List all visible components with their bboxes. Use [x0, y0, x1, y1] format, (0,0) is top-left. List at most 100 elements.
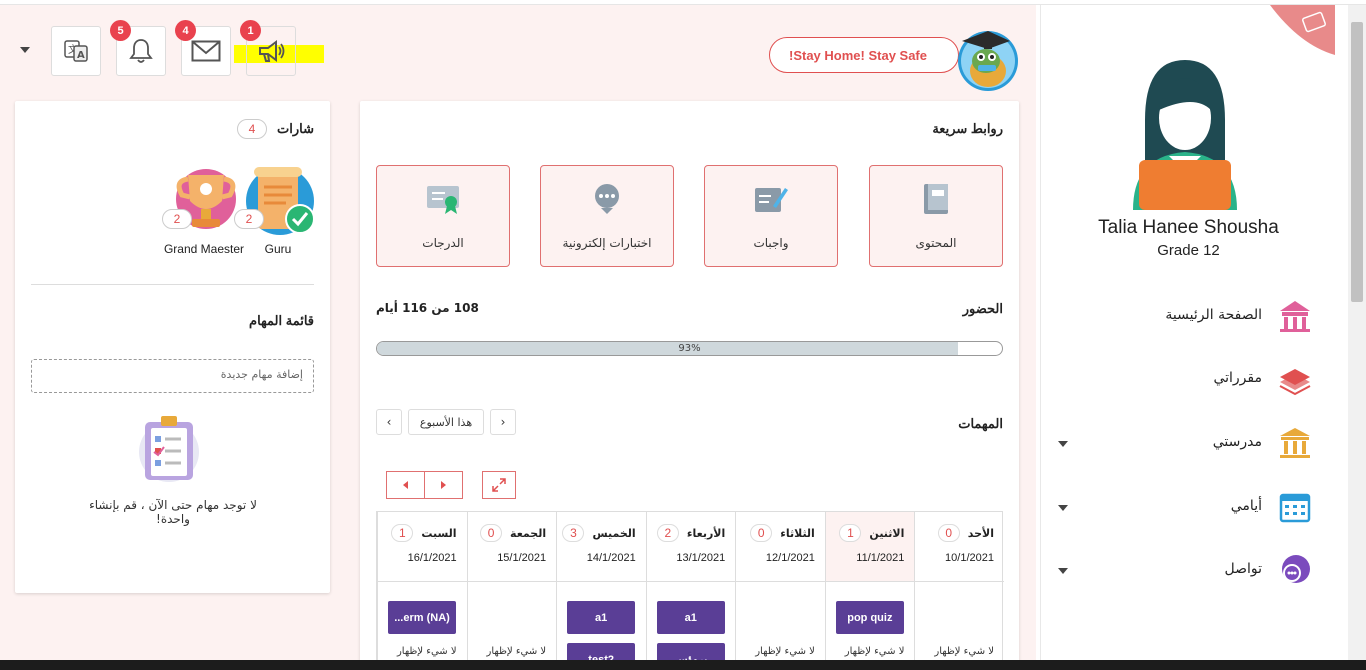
day-name: الأربعاء — [686, 526, 726, 540]
day-column: الاثنين 1 11/1/2021 pop quiz لا شيء لإظهار — [824, 512, 915, 666]
nav-my-days[interactable]: أيامي — [1041, 488, 1336, 528]
assignment-icon — [755, 188, 788, 212]
arrow-right-icon — [441, 481, 446, 489]
sidebar: Talia Hanee Shousha Grade 12 الصفحة الرئ… — [1040, 5, 1335, 660]
nav-my-courses[interactable]: مقرراتي — [1041, 360, 1336, 400]
badges-title: شارات — [277, 121, 314, 136]
nav-communication-label: تواصل — [1224, 561, 1262, 577]
user-grade: Grade 12 — [1157, 242, 1220, 259]
scroll-left-button[interactable] — [386, 471, 425, 499]
announcements-badge: 1 — [240, 20, 261, 41]
day-name: الثلاثاء — [780, 526, 815, 540]
arrow-left-icon — [403, 481, 408, 489]
day-column: السبت 1 16/1/2021 ...erm (NA) لا شيء لإظهار — [377, 512, 467, 666]
badge-guru-label: Guru — [264, 242, 292, 256]
attendance-days: 108 من 116 أيام — [376, 301, 479, 315]
day-task-count: 1 — [839, 524, 862, 542]
day-date: 13/1/2021 — [676, 552, 726, 564]
next-week-button[interactable]: › — [490, 409, 516, 435]
day-date: 16/1/2021 — [407, 552, 457, 564]
account-dropdown-caret[interactable] — [20, 47, 30, 53]
clipboard-icon — [139, 416, 199, 482]
day-name-row: الثلاثاء 0 — [750, 524, 815, 542]
badge-guru[interactable]: 2 Guru — [234, 163, 316, 256]
attendance-percent: 93% — [678, 343, 701, 354]
messages-badge: 4 — [175, 20, 196, 41]
expand-button[interactable] — [482, 471, 516, 499]
quick-link-assignments[interactable]: واجبات — [704, 165, 838, 267]
quick-link-quizzes[interactable]: اختبارات إلكترونية — [540, 165, 674, 267]
quick-link-content[interactable]: المحتوى — [869, 165, 1003, 267]
day-date: 10/1/2021 — [945, 552, 994, 564]
user-name: Talia Hanee Shousha — [1098, 217, 1279, 238]
nav-home[interactable]: الصفحة الرئيسية — [1041, 297, 1336, 337]
quick-link-grades[interactable]: الدرجات — [376, 165, 510, 267]
books-icon — [1279, 369, 1311, 396]
bell-icon — [129, 39, 153, 63]
attendance-title: الحضور — [962, 301, 1003, 316]
no-tasks-text: لا شيء لإظهار — [844, 646, 905, 657]
day-task-count: 0 — [480, 524, 503, 542]
badge-grand-maester[interactable]: 2 Grand Maester — [158, 163, 250, 256]
day-date: 15/1/2021 — [497, 552, 547, 564]
prev-week-button[interactable]: ‹ — [376, 409, 402, 435]
day-header: الجمعة 0 15/1/2021 — [467, 512, 557, 582]
corner-decoration — [1270, 5, 1335, 55]
day-name-row: الأربعاء 2 — [656, 524, 726, 542]
no-tasks-text: لا شيء لإظهار — [755, 646, 815, 657]
calendar-icon — [1279, 493, 1311, 523]
main-area: 文 A 5 4 1 !Stay Home! Stay Safe شارات 4 … — [0, 5, 1036, 670]
task-item[interactable]: ...erm (NA) — [388, 601, 456, 634]
page-scrollbar[interactable] — [1348, 5, 1366, 660]
scroll-right-button[interactable] — [424, 471, 463, 499]
quick-link-grades-label: الدرجات — [422, 236, 464, 250]
nav-my-days-label: أيامي — [1230, 498, 1262, 514]
book-icon — [924, 184, 948, 214]
megaphone-icon — [259, 40, 285, 62]
week-calendar: الأحد 0 10/1/2021 لا شيء لإظهار الاثنين 1 11/1… — [376, 511, 1004, 670]
empty-todo-text: لا توجد مهام حتى الآن ، قم بإنشاء واحدة! — [89, 498, 257, 526]
new-task-input[interactable]: إضافة مهام جديدة — [31, 359, 314, 393]
task-item[interactable]: pop quiz — [835, 601, 904, 634]
day-column: الجمعة 0 15/1/2021 لا شيء لإظهار — [466, 512, 557, 666]
badge-grand-maester-count: 2 — [162, 209, 192, 229]
day-name-row: الخميس 3 — [562, 524, 636, 542]
scrollbar-thumb[interactable] — [1351, 22, 1363, 302]
messages-button[interactable]: 4 — [175, 20, 231, 76]
school-building-icon — [1280, 301, 1310, 332]
day-date: 12/1/2021 — [765, 552, 815, 564]
announcements-button[interactable]: 1 — [240, 20, 296, 76]
institution-icon — [1280, 428, 1310, 458]
attendance-progress-bar: 93% — [376, 341, 1003, 356]
day-name: الاثنين — [869, 526, 905, 540]
day-name-row: الأحد 0 — [937, 524, 994, 542]
nav-home-label: الصفحة الرئيسية — [1165, 307, 1262, 323]
day-column: الخميس314/1/2021a1test2 — [556, 512, 646, 670]
nav-communication[interactable]: تواصل — [1041, 551, 1336, 591]
nav-my-school[interactable]: مدرستي — [1041, 424, 1336, 464]
badges-count: 4 — [237, 119, 267, 139]
task-item[interactable]: a1 — [656, 601, 725, 634]
alerts-badge: 5 — [110, 20, 131, 41]
expand-icon — [492, 478, 506, 492]
day-name-row: السبت 1 — [391, 524, 457, 542]
dashboard-panel: روابط سريعة المحتوى واجبات اختبارات إلكت… — [360, 101, 1019, 670]
day-name-row: الجمعة 0 — [480, 524, 546, 542]
day-column: الأحد 0 10/1/2021 لا شيء لإظهار — [914, 512, 1004, 666]
envelope-icon — [191, 40, 221, 62]
stay-safe-banner[interactable]: !Stay Home! Stay Safe — [769, 37, 959, 73]
day-task-count: 3 — [562, 524, 585, 542]
day-date: 11/1/2021 — [856, 552, 905, 564]
os-taskbar — [0, 660, 1366, 670]
quick-link-assignments-label: واجبات — [753, 236, 789, 250]
task-item[interactable]: a1 — [567, 601, 636, 634]
day-header: السبت 1 16/1/2021 — [378, 512, 467, 582]
badge-grand-maester-label: Grand Maester — [163, 242, 245, 256]
day-name: الخميس — [592, 526, 636, 540]
language-button[interactable]: 文 A — [51, 26, 101, 76]
nav-my-days-caret — [1058, 505, 1068, 511]
day-header: الاثنين 1 11/1/2021 — [825, 512, 915, 582]
this-week-button[interactable]: هذا الأسبوع — [408, 409, 484, 435]
no-tasks-text: لا شيء لإظهار — [486, 646, 547, 657]
alerts-button[interactable]: 5 — [110, 20, 166, 76]
